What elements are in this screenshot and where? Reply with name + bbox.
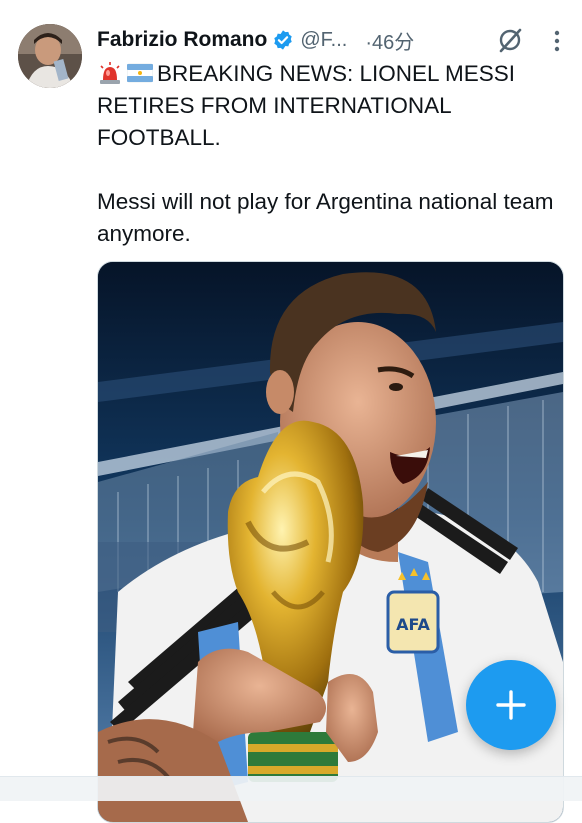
author-name[interactable]: Fabrizio Romano	[97, 28, 267, 52]
more-options-icon[interactable]	[550, 28, 564, 54]
bottom-navigation-bar	[0, 776, 582, 801]
argentina-flag-emoji	[127, 63, 153, 83]
tweet-header: Fabrizio Romano @F... ·46分	[97, 26, 564, 54]
author-handle[interactable]: @F...	[300, 29, 347, 52]
compose-button[interactable]	[466, 660, 556, 750]
verified-badge-icon	[274, 30, 293, 50]
tweet-text-line-2: Messi will not play for Argentina nation…	[97, 189, 554, 246]
tweet-timestamp[interactable]: ·46分	[365, 26, 414, 55]
tweet[interactable]: Fabrizio Romano @F... ·46分 BREAKING NEWS…	[0, 0, 582, 823]
grok-icon[interactable]	[496, 26, 524, 54]
breaking-headline: BREAKING NEWS: LIONEL MESSI RETIRES FROM…	[97, 61, 516, 150]
tweet-text-line-1: BREAKING NEWS: LIONEL MESSI RETIRES FROM…	[97, 58, 567, 154]
tweet-text: BREAKING NEWS: LIONEL MESSI RETIRES FROM…	[97, 58, 567, 250]
siren-emoji	[100, 62, 120, 84]
svg-text:AFA: AFA	[396, 615, 430, 634]
plus-icon	[496, 690, 526, 720]
author-avatar[interactable]	[18, 24, 82, 88]
